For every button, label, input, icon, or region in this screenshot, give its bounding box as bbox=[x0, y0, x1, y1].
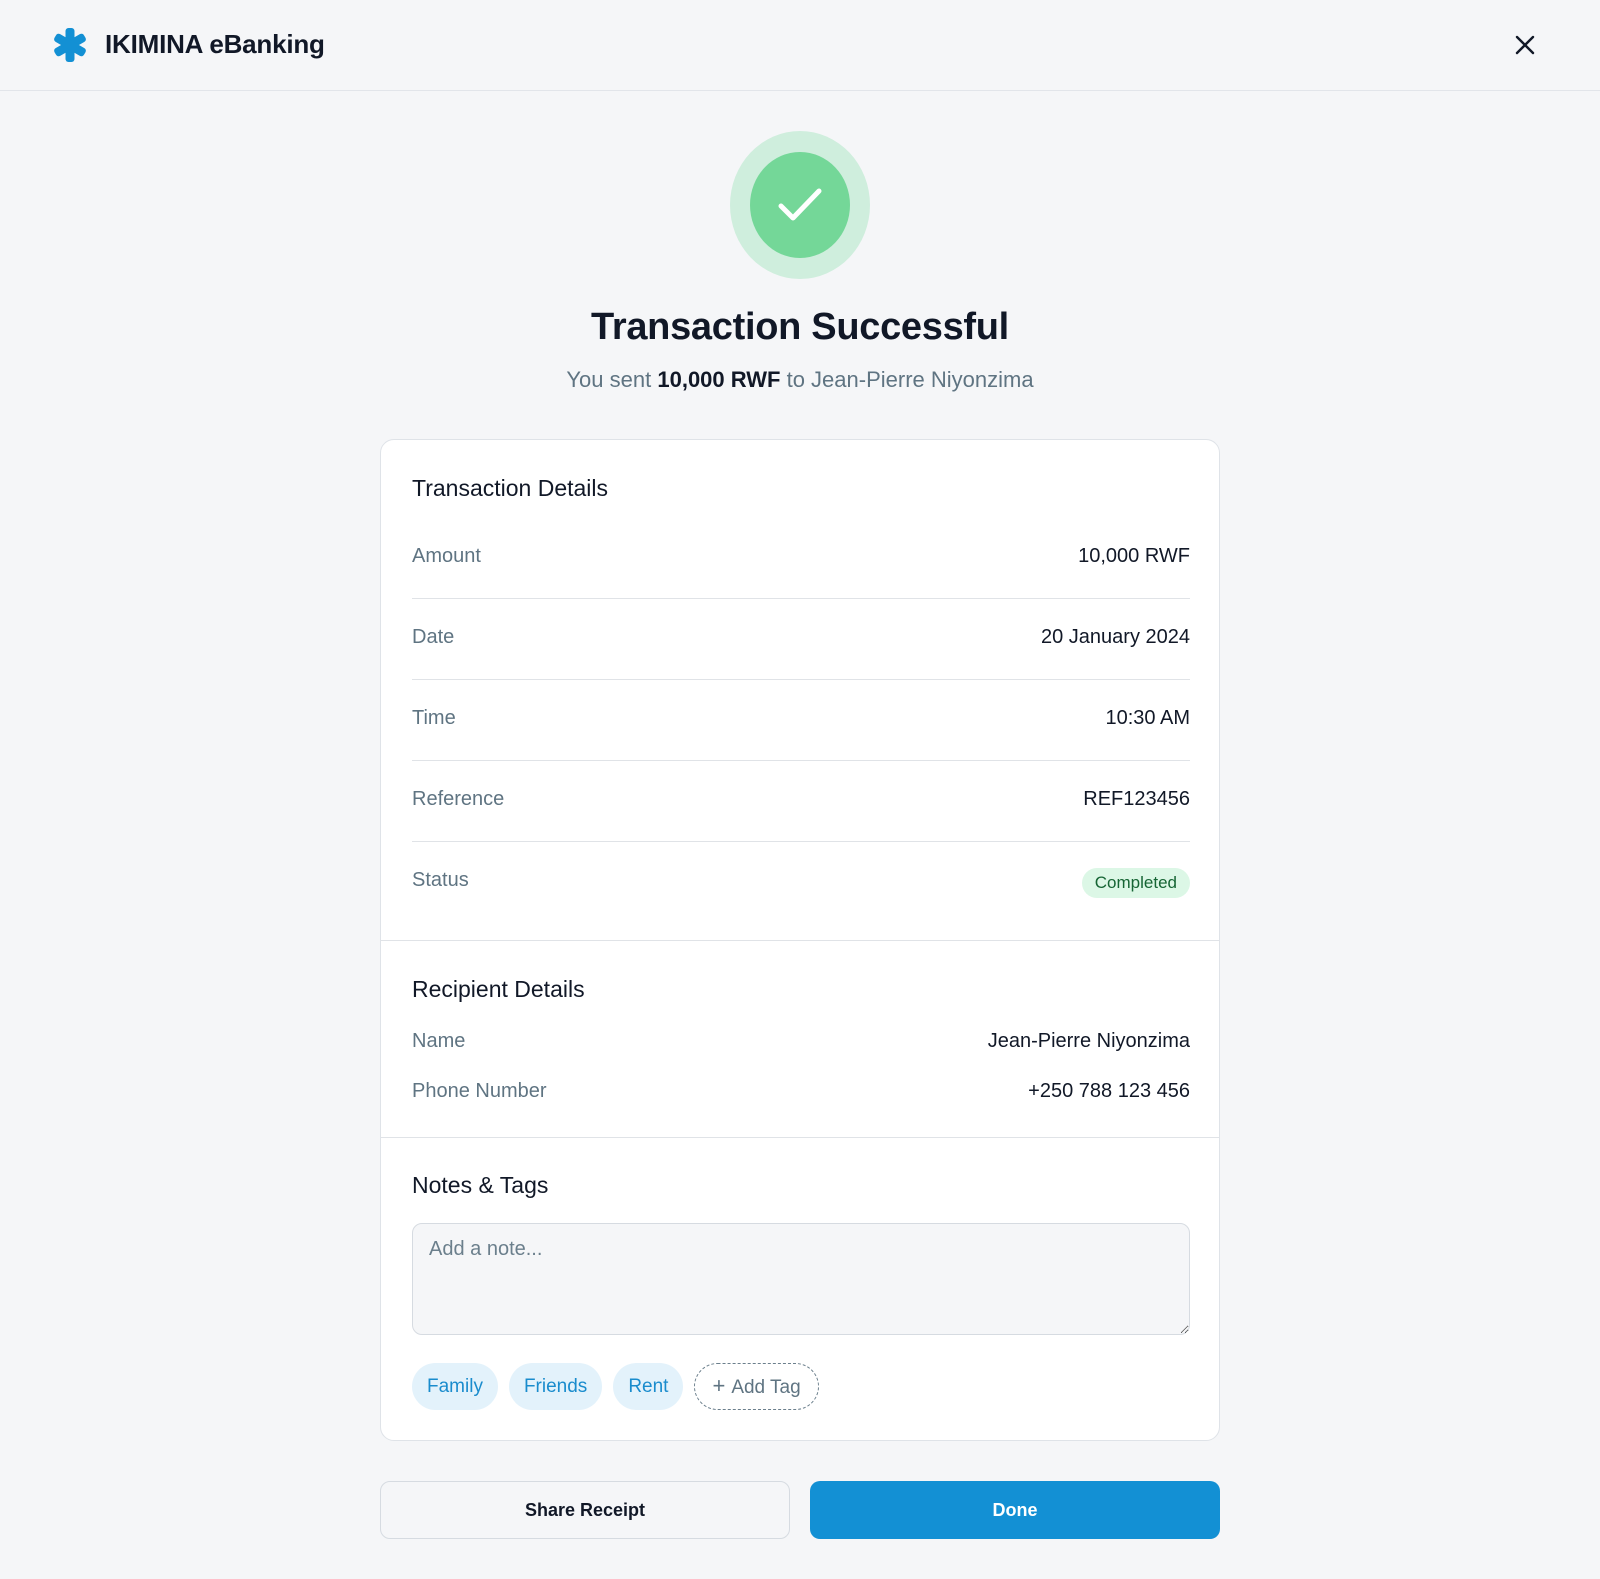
detail-value: REF123456 bbox=[1083, 788, 1190, 810]
section-divider bbox=[381, 1137, 1219, 1138]
asterisk-logo-icon bbox=[54, 28, 86, 62]
detail-label: Amount bbox=[412, 545, 481, 567]
notes-tags-title: Notes & Tags bbox=[412, 1172, 549, 1198]
status-badge: Completed bbox=[1081, 868, 1190, 898]
note-input[interactable] bbox=[412, 1223, 1190, 1335]
detail-value: 10,000 RWF bbox=[1078, 545, 1190, 567]
tag-family[interactable]: Family bbox=[412, 1363, 498, 1410]
detail-value: 10:30 AM bbox=[1105, 707, 1190, 729]
recipient-value: Jean-Pierre Niyonzima bbox=[987, 1030, 1190, 1052]
close-button[interactable] bbox=[1510, 30, 1540, 60]
transaction-details-title: Transaction Details bbox=[412, 475, 609, 501]
detail-label: Date bbox=[412, 626, 455, 648]
page-title: Transaction Successful bbox=[591, 306, 1009, 348]
detail-label: Time bbox=[412, 707, 456, 729]
tag-list: Family Friends Rent + Add Tag bbox=[412, 1363, 819, 1411]
summary-amount: 10,000 RWF bbox=[657, 367, 781, 392]
recipient-row-phone: Phone Number +250 788 123 456 bbox=[412, 1080, 1190, 1110]
detail-label: Status bbox=[412, 869, 469, 891]
recipient-row-name: Name Jean-Pierre Niyonzima bbox=[412, 1030, 1190, 1060]
share-receipt-button[interactable]: Share Receipt bbox=[380, 1481, 790, 1539]
detail-row-status: Status Completed bbox=[412, 842, 1190, 923]
plus-icon: + bbox=[712, 1373, 726, 1398]
done-button[interactable]: Done bbox=[810, 1481, 1220, 1539]
detail-label: Reference bbox=[412, 788, 505, 810]
detail-row-amount: Amount 10,000 RWF bbox=[412, 518, 1190, 599]
top-bar: IKIMINA eBanking bbox=[0, 0, 1600, 91]
recipient-label: Name bbox=[412, 1030, 466, 1052]
detail-row-reference: Reference REF123456 bbox=[412, 761, 1190, 842]
detail-value: 20 January 2024 bbox=[1040, 626, 1190, 648]
transaction-summary: You sent 10,000 RWF to Jean-Pierre Niyon… bbox=[0, 367, 1600, 393]
tag-rent[interactable]: Rent bbox=[613, 1363, 684, 1410]
receipt-card: Transaction Details Amount 10,000 RWF Da… bbox=[380, 439, 1220, 1441]
detail-row-date: Date 20 January 2024 bbox=[412, 599, 1190, 680]
section-divider bbox=[381, 940, 1219, 941]
add-tag-button[interactable]: + Add Tag bbox=[694, 1363, 819, 1410]
summary-prefix: You sent bbox=[566, 367, 652, 392]
recipient-value: +250 788 123 456 bbox=[1028, 1080, 1190, 1102]
add-tag-label: Add Tag bbox=[731, 1377, 801, 1398]
close-icon bbox=[1515, 35, 1535, 55]
recipient-label: Phone Number bbox=[412, 1080, 547, 1102]
check-icon bbox=[778, 188, 822, 221]
app-title: IKIMINA eBanking bbox=[105, 29, 325, 59]
success-badge bbox=[750, 152, 850, 258]
recipient-details-title: Recipient Details bbox=[412, 976, 585, 1002]
tag-friends[interactable]: Friends bbox=[508, 1363, 603, 1410]
detail-row-time: Time 10:30 AM bbox=[412, 680, 1190, 761]
summary-suffix: to Jean-Pierre Niyonzima bbox=[786, 367, 1034, 392]
